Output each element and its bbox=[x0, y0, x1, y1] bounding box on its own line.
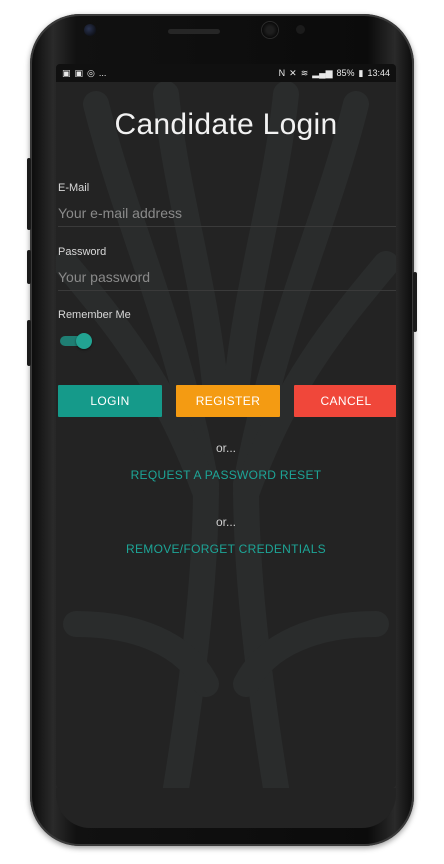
email-field[interactable] bbox=[58, 200, 396, 227]
iris-sensor-icon bbox=[262, 22, 278, 38]
status-bar: ▣ ▣ ◎ ... N ✕ ≋ ▂▄▆ 85% ▮ 13:44 bbox=[56, 64, 396, 82]
tree-background-icon bbox=[56, 81, 396, 788]
forget-credentials-link[interactable]: REMOVE/FORGET CREDENTIALS bbox=[56, 542, 396, 556]
password-label: Password bbox=[58, 246, 107, 258]
cancel-button[interactable]: CANCEL bbox=[294, 385, 396, 417]
earpiece-speaker bbox=[168, 29, 220, 34]
password-field[interactable] bbox=[58, 264, 396, 291]
front-camera-icon bbox=[84, 24, 96, 36]
clock: 13:44 bbox=[367, 67, 390, 78]
power-button bbox=[413, 272, 417, 332]
status-right: N ✕ ≋ ▂▄▆ 85% ▮ 13:44 bbox=[278, 67, 390, 78]
or-separator-1: or... bbox=[215, 441, 236, 455]
assistant-button bbox=[27, 320, 31, 366]
image-icon: ▣ bbox=[62, 67, 71, 78]
or-separator-2: or... bbox=[215, 515, 236, 529]
volume-up-button bbox=[27, 158, 31, 230]
volume-down-button bbox=[27, 250, 31, 284]
battery-percent: 85% bbox=[336, 67, 355, 78]
proximity-sensor-icon bbox=[296, 25, 305, 34]
screen-bottom bbox=[56, 788, 396, 828]
toggle-knob bbox=[76, 333, 92, 349]
password-reset-link[interactable]: REQUEST A PASSWORD RESET bbox=[56, 468, 396, 482]
mute-icon: ✕ bbox=[289, 67, 297, 78]
login-button[interactable]: LOGIN bbox=[58, 385, 162, 417]
remember-me-label: Remember Me bbox=[58, 309, 131, 321]
email-label: E-Mail bbox=[58, 182, 90, 194]
image-icon: ▣ bbox=[74, 67, 84, 78]
app-screen: ▣ ▣ ◎ ... N ✕ ≋ ▂▄▆ 85% ▮ 13:44 Candidat… bbox=[56, 64, 396, 788]
register-button[interactable]: REGISTER bbox=[176, 385, 280, 417]
sync-icon: ◎ bbox=[87, 67, 95, 78]
remember-me-toggle[interactable] bbox=[58, 333, 92, 349]
signal-icon: ▂▄▆ bbox=[312, 67, 333, 78]
wifi-icon: ≋ bbox=[300, 67, 309, 78]
battery-icon: ▮ bbox=[358, 67, 364, 78]
page-title: Candidate Login bbox=[114, 108, 338, 141]
more-notifications: ... bbox=[98, 67, 107, 78]
status-left: ▣ ▣ ◎ ... bbox=[62, 67, 107, 78]
nfc-icon: N bbox=[278, 67, 286, 78]
